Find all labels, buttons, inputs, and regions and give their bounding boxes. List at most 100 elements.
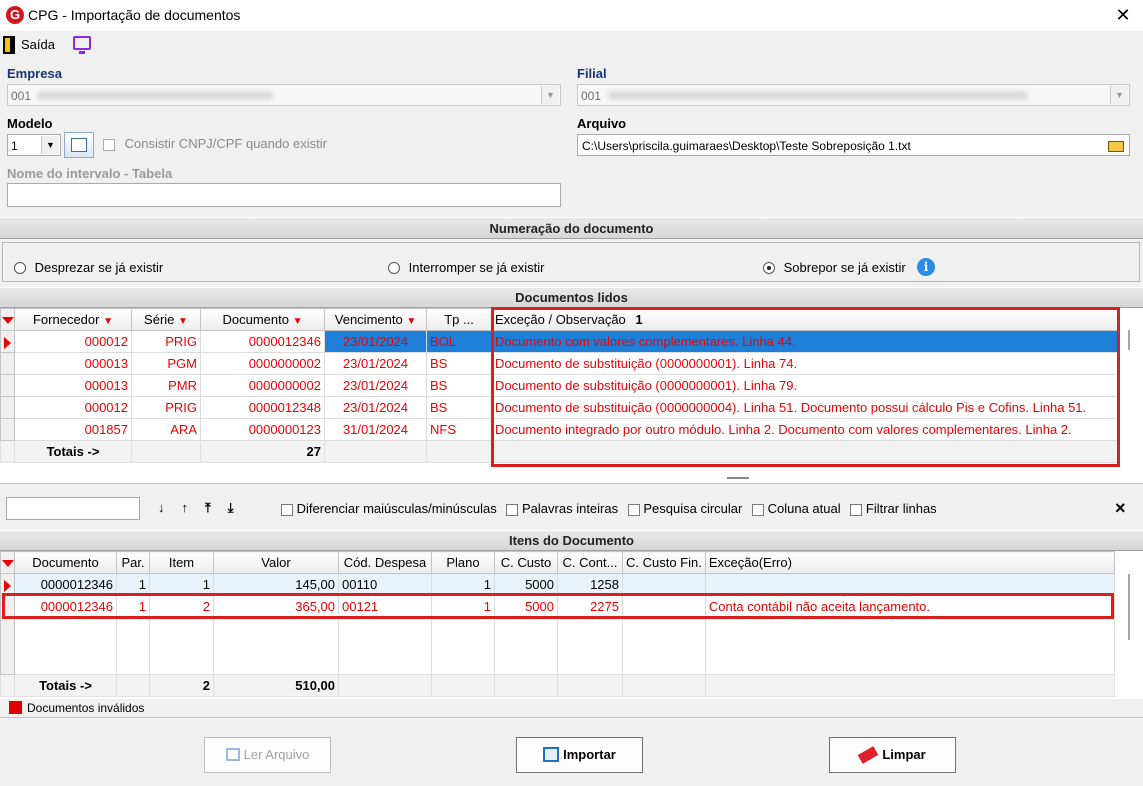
row-indicator-header xyxy=(0,308,15,331)
radio-interromper[interactable]: Interromper se já existir xyxy=(388,260,544,275)
ler-arquivo-label: Ler Arquivo xyxy=(243,747,310,762)
filter-lines-checkbox[interactable] xyxy=(850,503,863,516)
filter-icon[interactable]: ▼ xyxy=(406,316,416,327)
col-excecao-erro[interactable]: Exceção(Erro) xyxy=(704,551,1116,574)
totals-row: Totais -> 2 510,00 xyxy=(0,674,1116,697)
info-icon[interactable]: i xyxy=(917,258,935,276)
col-fornecedor[interactable]: Fornecedor ▼ xyxy=(14,308,132,331)
totals-label: Totais -> xyxy=(14,674,117,697)
arrow-up-icon[interactable]: ↑ xyxy=(182,500,206,515)
highlight-box xyxy=(491,307,1120,467)
col-vencimento[interactable]: Vencimento ▼ xyxy=(324,308,427,331)
circular-label: Pesquisa circular xyxy=(643,501,743,516)
current-column-label: Coluna atual xyxy=(767,501,841,516)
col-documento[interactable]: Documento xyxy=(14,551,117,574)
itens-section-header: Itens do Documento xyxy=(0,530,1143,551)
empresa-label: Empresa xyxy=(7,66,62,81)
radio-sobrepor-circle[interactable] xyxy=(763,262,775,274)
col-c-custo-fin[interactable]: C. Custo Fin. xyxy=(622,551,706,574)
intervalo-input[interactable] xyxy=(7,183,561,207)
radio-desprezar[interactable]: Desprezar se já existir xyxy=(14,260,163,275)
arrow-bottom-icon[interactable]: ⤓ xyxy=(228,500,251,515)
radio-desprezar-label: Desprezar se já existir xyxy=(34,260,164,275)
open-folder-icon[interactable] xyxy=(1106,137,1126,153)
close-window-button[interactable]: ✕ xyxy=(1110,3,1136,27)
eraser-icon xyxy=(858,746,879,764)
sort-down-icon xyxy=(1,560,14,567)
highlight-box xyxy=(2,593,1114,619)
col-c-custo[interactable]: C. Custo xyxy=(494,551,558,574)
documentos-section-header: Documentos lidos xyxy=(0,287,1143,308)
row-indicator-header xyxy=(0,551,15,574)
import-icon xyxy=(543,747,560,762)
case-checkbox[interactable] xyxy=(281,503,293,516)
col-item[interactable]: Item xyxy=(149,551,214,574)
intervalo-label: Nome do intervalo - Tabela xyxy=(7,166,173,181)
radio-interromper-circle[interactable] xyxy=(388,262,400,274)
exit-door-icon[interactable] xyxy=(3,36,15,54)
case-label: Diferenciar maiúsculas/minúsculas xyxy=(296,501,497,516)
search-options: Diferenciar maiúsculas/minúsculas Palavr… xyxy=(281,501,937,516)
edit-grid-icon xyxy=(71,138,87,152)
modelo-value: 1 xyxy=(11,139,18,153)
arquivo-value: C:\Users\priscila.guimaraes\Desktop\Test… xyxy=(582,139,911,153)
totals-count: 27 xyxy=(200,440,325,463)
chevron-down-icon: ▼ xyxy=(41,136,59,154)
splitter-handle[interactable] xyxy=(727,477,749,479)
limpar-button[interactable]: Limpar xyxy=(829,737,956,773)
invalid-legend-label: Documentos inválidos xyxy=(27,701,145,715)
col-c-contabil[interactable]: C. Cont... xyxy=(557,551,623,574)
col-cod-despesa[interactable]: Cód. Despesa xyxy=(338,551,432,574)
modelo-select[interactable]: 1 ▼ xyxy=(7,134,61,156)
radio-sobrepor-label: Sobrepor se já existir xyxy=(783,260,906,275)
filial-select: 001 ▼ xyxy=(577,84,1130,106)
filial-label: Filial xyxy=(577,66,607,81)
totals-label: Totais -> xyxy=(14,440,132,463)
col-parcela[interactable]: Par. xyxy=(116,551,150,574)
filter-icon[interactable]: ▼ xyxy=(103,316,113,327)
col-serie[interactable]: Série ▼ xyxy=(131,308,201,331)
docs-scrollbar[interactable] xyxy=(1128,330,1130,350)
radio-interromper-label: Interromper se já existir xyxy=(408,260,545,275)
current-row-icon xyxy=(4,579,11,592)
itens-table: Documento Par. Item Valor Cód. Despesa P… xyxy=(0,551,1116,697)
whole-words-label: Palavras inteiras xyxy=(522,501,619,516)
close-search-icon[interactable]: × xyxy=(1115,498,1126,519)
copy-icon xyxy=(225,748,240,761)
col-documento[interactable]: Documento ▼ xyxy=(200,308,325,331)
chevron-down-icon: ▼ xyxy=(1110,86,1128,104)
totals-items: 2 xyxy=(149,674,214,697)
window-title: CPG - Importação de documentos xyxy=(28,7,241,23)
current-row-icon xyxy=(4,336,11,349)
consistir-label: Consistir CNPJ/CPF quando existir xyxy=(124,136,327,151)
whole-words-checkbox[interactable] xyxy=(506,503,519,516)
sort-down-icon xyxy=(1,317,14,324)
numeracao-section-header: Numeração do documento xyxy=(0,217,1143,239)
circular-checkbox[interactable] xyxy=(627,503,640,516)
monitor-icon[interactable] xyxy=(73,36,91,54)
consistir-checkbox xyxy=(103,138,115,151)
filter-lines-label: Filtrar linhas xyxy=(865,501,937,516)
radio-sobrepor[interactable]: Sobrepor se já existir xyxy=(763,260,906,275)
filter-icon[interactable]: ▼ xyxy=(293,316,303,327)
search-nav-buttons[interactable]: ↓↑⤒⤓ xyxy=(158,500,251,516)
arquivo-label: Arquivo xyxy=(577,116,627,131)
ler-arquivo-button[interactable]: Ler Arquivo xyxy=(204,737,331,773)
chevron-down-icon: ▼ xyxy=(541,86,559,104)
arquivo-input[interactable]: C:\Users\priscila.guimaraes\Desktop\Test… xyxy=(577,134,1130,156)
filter-icon[interactable]: ▼ xyxy=(178,316,188,327)
col-plano[interactable]: Plano xyxy=(431,551,495,574)
empresa-select: 001 ▼ xyxy=(7,84,561,106)
col-valor[interactable]: Valor xyxy=(213,551,339,574)
importar-label: Importar xyxy=(563,747,616,762)
current-column-checkbox[interactable] xyxy=(752,503,764,516)
col-tipo[interactable]: Tp ... xyxy=(426,308,492,331)
search-input[interactable] xyxy=(6,497,140,520)
edit-model-button[interactable] xyxy=(64,132,94,158)
arrow-down-icon[interactable]: ↓ xyxy=(158,500,182,515)
importar-button[interactable]: Importar xyxy=(516,737,643,773)
exit-button-label[interactable]: Saída xyxy=(21,37,55,52)
itens-scrollbar[interactable] xyxy=(1128,574,1130,640)
radio-desprezar-circle[interactable] xyxy=(14,262,26,274)
arrow-top-icon[interactable]: ⤒ xyxy=(205,500,228,515)
